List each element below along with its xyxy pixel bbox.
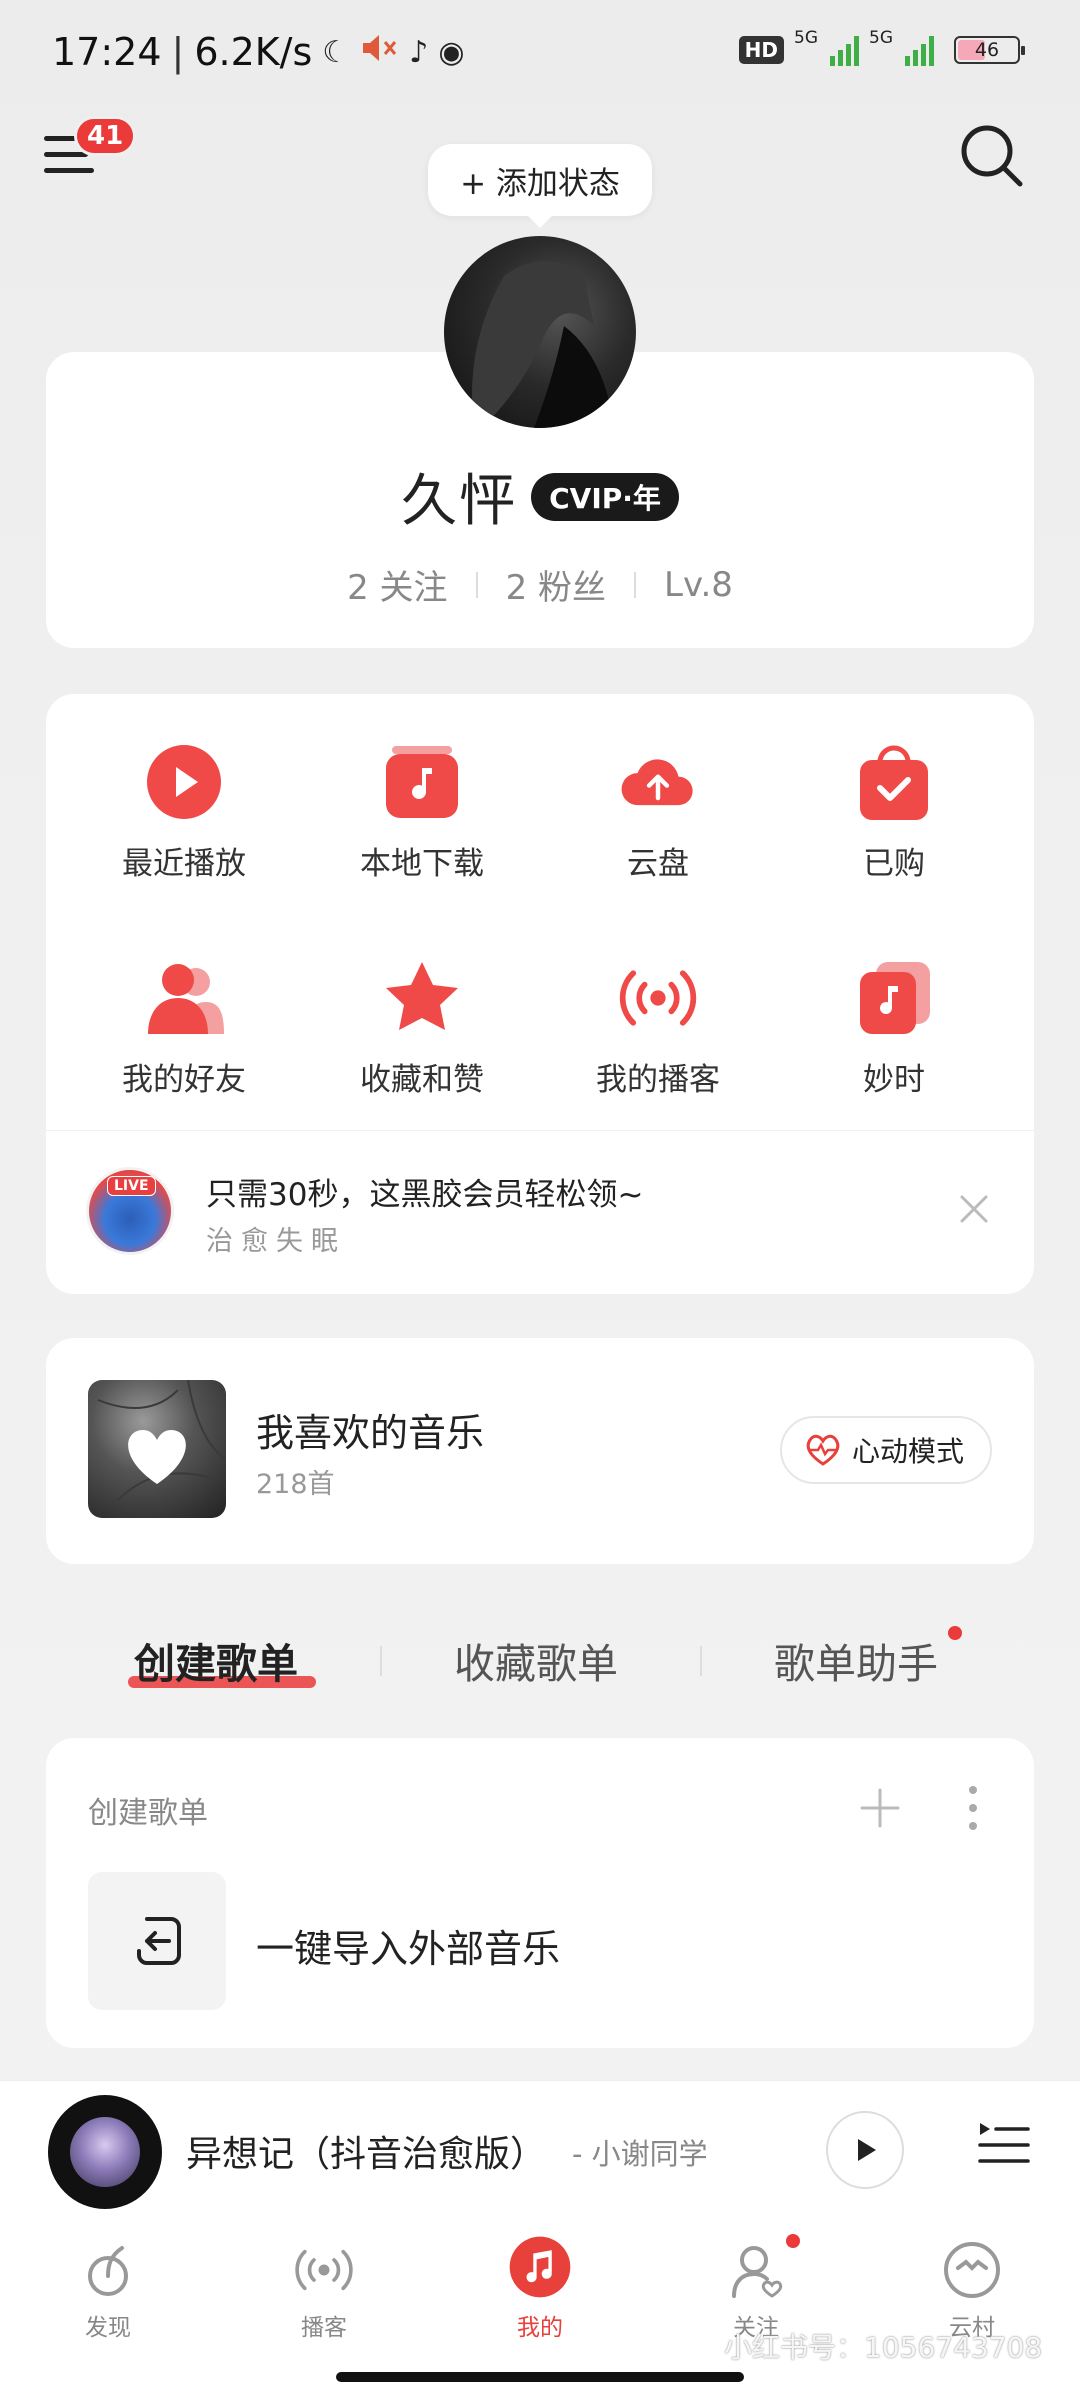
divider xyxy=(380,1646,382,1676)
watermark: 小红书号：1056743708 xyxy=(724,2331,1043,2364)
profile-stats: 2 关注 2 粉丝 Lv.8 xyxy=(0,560,1080,609)
import-music-label[interactable]: 一键导入外部音乐 xyxy=(256,1918,560,1973)
tab-created-playlists[interactable]: 创建歌单 xyxy=(134,1630,298,1690)
add-playlist-button[interactable] xyxy=(858,1786,902,1834)
quick-action-cloud-disk[interactable]: 云盘 xyxy=(540,742,776,883)
divider xyxy=(700,1646,702,1676)
quick-action-recent-play[interactable]: 最近播放 xyxy=(66,742,302,883)
nav-podcast[interactable]: 播客 xyxy=(216,2228,432,2358)
quick-action-purchased[interactable]: 已购 xyxy=(776,742,1012,883)
notification-dot xyxy=(786,2234,800,2248)
promo-banner[interactable]: LIVE 只需30秒，这黑胶会员轻松领~ 治愈失眠 xyxy=(46,1130,1034,1294)
followers-count[interactable]: 2 粉丝 xyxy=(506,560,606,609)
cloud-village-icon xyxy=(940,2238,1004,2302)
menu-button[interactable]: 41 xyxy=(40,116,137,188)
section-title: 创建歌单 xyxy=(88,1796,208,1831)
music-card-icon xyxy=(854,958,934,1038)
quick-action-my-podcast[interactable]: 我的播客 xyxy=(540,958,776,1099)
broadcast-icon xyxy=(618,958,698,1038)
play-button[interactable] xyxy=(826,2111,904,2189)
song-title: 异想记（抖音治愈版） xyxy=(186,2134,547,2175)
tab-collected-playlists[interactable]: 收藏歌单 xyxy=(454,1630,618,1690)
profile-name-row: 久怦 CVIP·年 xyxy=(0,456,1080,537)
star-icon xyxy=(382,958,462,1038)
avatar[interactable] xyxy=(444,236,636,428)
playlist-queue-button[interactable] xyxy=(976,2117,1032,2173)
tiktok-icon: ♪ xyxy=(409,34,429,70)
quick-action-local-download[interactable]: 本地下载 xyxy=(304,742,540,883)
vip-badge[interactable]: CVIP·年 xyxy=(531,472,679,521)
friends-icon xyxy=(144,958,224,1038)
discover-icon xyxy=(76,2238,140,2302)
search-button[interactable] xyxy=(956,120,1028,192)
playlist-tabs: 创建歌单 收藏歌单 歌单助手 xyxy=(0,1620,1080,1700)
import-music-tile[interactable] xyxy=(88,1872,226,2010)
heart-mode-button[interactable]: 心动模式 xyxy=(779,1416,992,1484)
liked-music-count: 218首 xyxy=(256,1469,335,1500)
album-art xyxy=(70,2117,140,2187)
promo-subtitle: 治愈失眠 xyxy=(206,1226,346,1257)
tab-playlist-assistant[interactable]: 歌单助手 xyxy=(774,1630,938,1690)
play-icon xyxy=(858,2139,876,2161)
shopping-bag-icon xyxy=(854,742,934,822)
promo-avatar: LIVE xyxy=(86,1167,174,1255)
following-count[interactable]: 2 关注 xyxy=(347,560,447,609)
heart-icon xyxy=(128,1430,186,1484)
nav-discover[interactable]: 发现 xyxy=(0,2228,216,2358)
network-speed: 6.2K/s xyxy=(194,30,313,74)
play-circle-icon xyxy=(144,742,224,822)
mini-player[interactable]: 异想记（抖音治愈版） - 小谢同学 xyxy=(0,2080,1080,2228)
plus-icon xyxy=(860,1788,900,1828)
quick-action-favorites[interactable]: 收藏和赞 xyxy=(304,958,540,1099)
hd-voice-icon: HD xyxy=(738,36,784,64)
user-level[interactable]: Lv.8 xyxy=(664,565,733,605)
home-indicator[interactable] xyxy=(336,2372,744,2382)
signal-icon-2: 5G xyxy=(869,28,934,66)
menu-badge: 41 xyxy=(74,116,137,156)
playlist-icon xyxy=(978,2123,1030,2163)
search-icon xyxy=(961,125,1023,187)
status-time: 17:24 xyxy=(52,30,162,74)
import-icon xyxy=(137,1917,181,1965)
moon-icon: ☾ xyxy=(322,34,350,70)
quick-action-my-friends[interactable]: 我的好友 xyxy=(66,958,302,1099)
notification-dot xyxy=(948,1626,962,1640)
status-bar: 17:24 | 6.2K/s ☾ ♪ ◉ HD 5G 5G 46 xyxy=(0,0,1080,110)
nav-mine[interactable]: 我的 xyxy=(432,2228,648,2358)
divider xyxy=(475,571,478,598)
song-artist: - 小谢同学 xyxy=(572,2137,708,2171)
weibo-icon: ◉ xyxy=(438,34,465,70)
liked-music-cover xyxy=(88,1380,226,1518)
liked-music-title: 我喜欢的音乐 xyxy=(256,1411,485,1455)
username[interactable]: 久怦 xyxy=(401,456,517,537)
promo-title: 只需30秒，这黑胶会员轻松领~ xyxy=(206,1177,644,1213)
signal-icon-1: 5G xyxy=(794,28,859,66)
created-playlists-card: 创建歌单 一键导入外部音乐 xyxy=(46,1738,1034,2048)
close-icon[interactable] xyxy=(954,1189,994,1229)
divider xyxy=(634,571,637,598)
live-badge: LIVE xyxy=(107,1176,156,1196)
battery-icon: 46 xyxy=(954,36,1025,64)
quick-action-miaoshi[interactable]: 妙时 xyxy=(776,958,1012,1099)
liked-music-card[interactable]: 我喜欢的音乐 218首 心动模式 xyxy=(46,1338,1034,1564)
podcast-icon xyxy=(292,2238,356,2302)
mute-icon xyxy=(359,30,399,74)
heartbeat-icon xyxy=(806,1434,840,1466)
album-disc[interactable] xyxy=(48,2095,162,2209)
cloud-upload-icon xyxy=(618,742,698,822)
more-options-button[interactable] xyxy=(966,1784,980,1836)
add-status-button[interactable]: + 添加状态 xyxy=(428,144,652,228)
music-note-icon xyxy=(508,2236,572,2302)
music-box-icon xyxy=(382,742,462,822)
more-vertical-icon xyxy=(969,1786,977,1830)
follow-icon xyxy=(724,2238,788,2302)
